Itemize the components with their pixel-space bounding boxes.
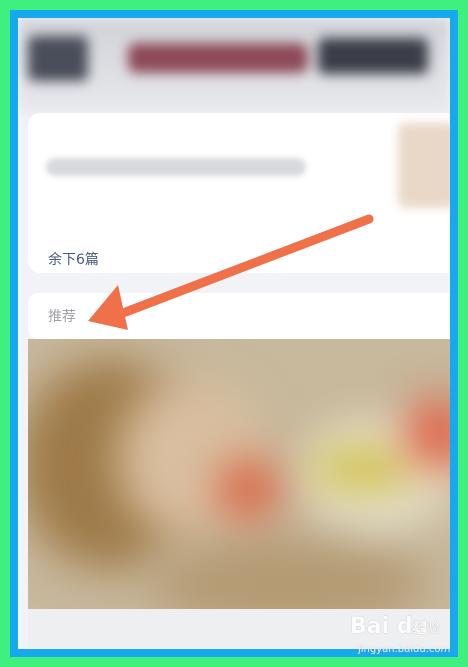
watermark-url: jingyan.baidu.com (358, 644, 451, 655)
watermark-text: 经验 (412, 621, 440, 637)
baidu-watermark: Bai du 经验 jingyan.baidu.com (350, 614, 450, 660)
annotation-arrow-icon (88, 214, 374, 330)
